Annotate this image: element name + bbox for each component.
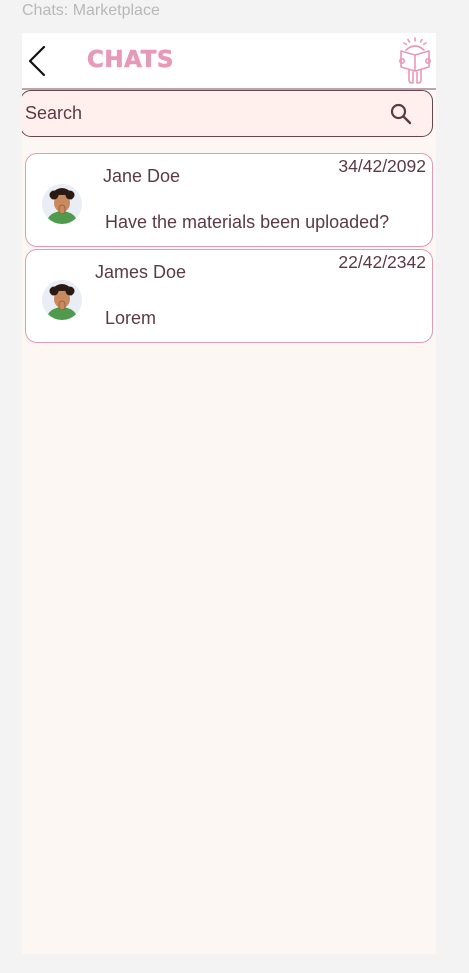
frame-label: Chats: Marketplace [22,2,160,19]
chats-screen: CHATS Search Jane Doe 34/42/2092 Have th… [22,33,436,954]
chat-last-message: Lorem [105,308,157,328]
page-title: CHATS [87,47,174,74]
app-header: CHATS [22,33,436,90]
avatar [42,280,82,320]
chat-date: 34/42/2092 [338,156,426,176]
chat-list-item[interactable]: James Doe 22/42/2342 Lorem [25,249,433,343]
search-icon[interactable] [389,102,413,126]
chat-contact-name: Jane Doe [103,166,181,186]
mascot-reading-icon [398,37,431,84]
chat-contact-name: James Doe [95,262,187,282]
chat-date: 22/42/2342 [338,252,426,272]
chat-list-item[interactable]: Jane Doe 34/42/2092 Have the materials b… [25,153,433,247]
chat-last-message: Have the materials been uploaded? [105,212,390,232]
chevron-left-icon[interactable] [26,45,48,77]
search-input[interactable] [22,91,375,135]
search-bar [22,90,433,137]
avatar [42,184,82,224]
